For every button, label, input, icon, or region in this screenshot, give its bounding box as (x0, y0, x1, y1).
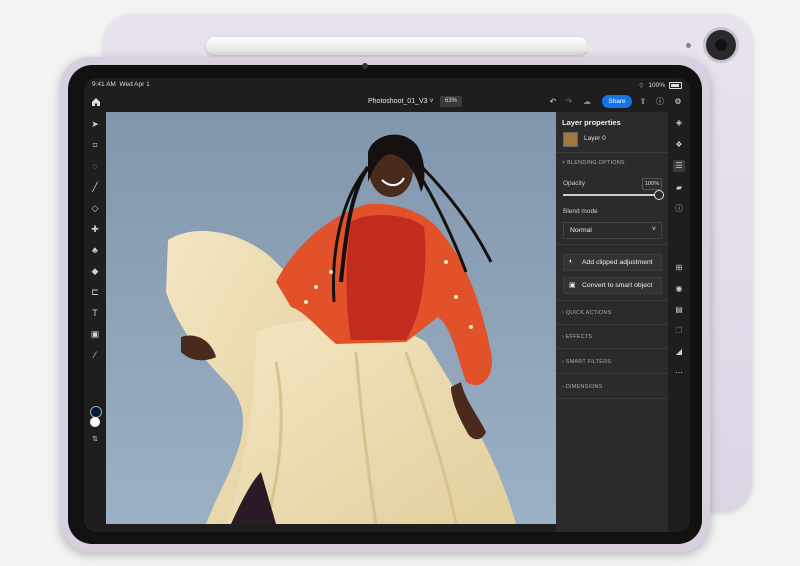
blending-options-header[interactable]: ˅ BLENDING OPTIONS (562, 160, 625, 166)
opacity-slider-handle[interactable] (654, 190, 664, 200)
chevron-down-icon: ˅ (429, 98, 434, 105)
panel-title: Layer properties (562, 118, 621, 127)
divider (556, 152, 668, 153)
add-clipped-adjustment-button[interactable]: ◐ Add clipped adjustment (563, 254, 662, 271)
brush-icon[interactable]: ╱ (89, 181, 101, 193)
battery-percent: 100% (648, 82, 665, 89)
divider (556, 348, 668, 349)
visibility-icon[interactable]: ◉ (673, 283, 685, 295)
blend-mode-value: Normal (570, 227, 592, 234)
chevron-down-icon: ˅ (562, 160, 566, 166)
status-bar: 9:41 AM Wed Apr 1 ⌔ 100% (84, 78, 690, 90)
layer-properties-panel: Layer properties Layer 0 ˅ BLENDING OPTI… (556, 112, 668, 532)
chevron-down-icon: ˅ (651, 226, 656, 233)
front-camera-icon (362, 63, 368, 69)
section-dimensions[interactable]: › DIMENSIONS (562, 384, 603, 390)
microphone-dot (686, 43, 691, 48)
crop-icon[interactable]: ⊏ (89, 286, 101, 298)
eraser-icon[interactable]: ◇ (89, 202, 101, 214)
select-icon[interactable]: ➤ (89, 118, 101, 130)
divider (556, 324, 668, 325)
opacity-label: Opacity (563, 180, 586, 187)
divider (556, 373, 668, 374)
photo-artwork (106, 112, 556, 524)
opacity-field[interactable]: 100% (642, 178, 662, 190)
document-title[interactable]: Photoshoot_01_V3 ˅ (368, 98, 434, 105)
background-color-swatch[interactable] (90, 417, 100, 427)
document-canvas[interactable] (106, 112, 556, 524)
comments-icon[interactable]: ▰ (673, 182, 685, 194)
cloud-icon[interactable]: ☁ (582, 97, 592, 107)
duplicate-icon[interactable]: ❐ (673, 325, 685, 337)
divider (556, 244, 668, 245)
clone-stamp-icon[interactable]: ♣ (89, 244, 101, 256)
home-icon[interactable] (90, 96, 102, 108)
layer-thumbnail[interactable] (563, 132, 578, 147)
properties-icon[interactable]: ☰ (673, 160, 685, 172)
export-icon[interactable]: ⇪ (638, 97, 648, 107)
info-icon[interactable]: ⓘ (673, 203, 685, 215)
divider (556, 398, 668, 399)
app-screen: 9:41 AM Wed Apr 1 ⌔ 100% Photoshoot_01_V… (84, 78, 690, 532)
top-bar: Photoshoot_01_V3 ˅ 63% ↶ ↷ ☁ Share ⇪ ⓘ ⚙ (84, 92, 690, 112)
camera-icon (706, 30, 736, 60)
fill-icon[interactable]: ◆ (89, 265, 101, 277)
right-icon-rail: ◈ ❖ ☰ ▰ ⓘ ⊞ ◉ ▤ ❐ ◢ ⋯ (668, 112, 690, 532)
status-right: ⌔ 100% (638, 81, 682, 90)
adjustment-icon: ◐ (569, 258, 574, 265)
divider (556, 300, 668, 301)
more-icon[interactable]: ⋯ (673, 367, 685, 379)
help-icon[interactable]: ⓘ (655, 97, 665, 107)
share-button[interactable]: Share (602, 95, 632, 108)
blend-mode-select[interactable]: Normal ˅ (563, 222, 662, 239)
swap-colors-icon[interactable]: ⇅ (89, 434, 101, 446)
opacity-slider-track[interactable] (563, 194, 657, 196)
smart-object-icon: ▣ (569, 282, 576, 289)
section-quick-actions[interactable]: › QUICK ACTIONS (562, 310, 611, 316)
section-smart-filters[interactable]: › SMART FILTERS (562, 359, 611, 365)
mask-icon[interactable]: ▤ (673, 304, 685, 316)
redo-icon[interactable]: ↷ (564, 97, 574, 107)
section-effects[interactable]: › EFFECTS (562, 334, 592, 340)
layer-name[interactable]: Layer 0 (584, 135, 606, 142)
wifi-icon: ⌔ (638, 83, 645, 90)
zoom-level[interactable]: 63% (440, 96, 462, 107)
settings-gear-icon[interactable]: ⚙ (673, 97, 683, 107)
battery-icon (669, 82, 682, 89)
healing-icon[interactable]: ✚ (89, 223, 101, 235)
erase-icon[interactable]: ◢ (673, 346, 685, 358)
type-icon[interactable]: T (89, 307, 101, 319)
apple-pencil (206, 37, 602, 55)
status-time: 9:41 AM Wed Apr 1 (92, 81, 150, 88)
crop-transform-icon[interactable]: ⌗ (89, 139, 101, 151)
blend-mode-label: Blend mode (563, 208, 598, 215)
add-layer-icon[interactable]: ⊞ (673, 262, 685, 274)
adjustments-icon[interactable]: ❖ (673, 139, 685, 151)
eyedropper-icon[interactable]: ⁄ (89, 349, 101, 361)
lasso-icon[interactable]: ◌ (89, 160, 101, 172)
convert-smart-object-button[interactable]: ▣ Convert to smart object (563, 277, 662, 294)
layers-icon[interactable]: ◈ (673, 117, 685, 129)
place-image-icon[interactable]: ▣ (89, 328, 101, 340)
left-toolbar: ➤ ⌗ ◌ ╱ ◇ ✚ ♣ ◆ ⊏ T ▣ ⁄ ⇅ (84, 112, 106, 532)
undo-icon[interactable]: ↶ (548, 97, 558, 107)
